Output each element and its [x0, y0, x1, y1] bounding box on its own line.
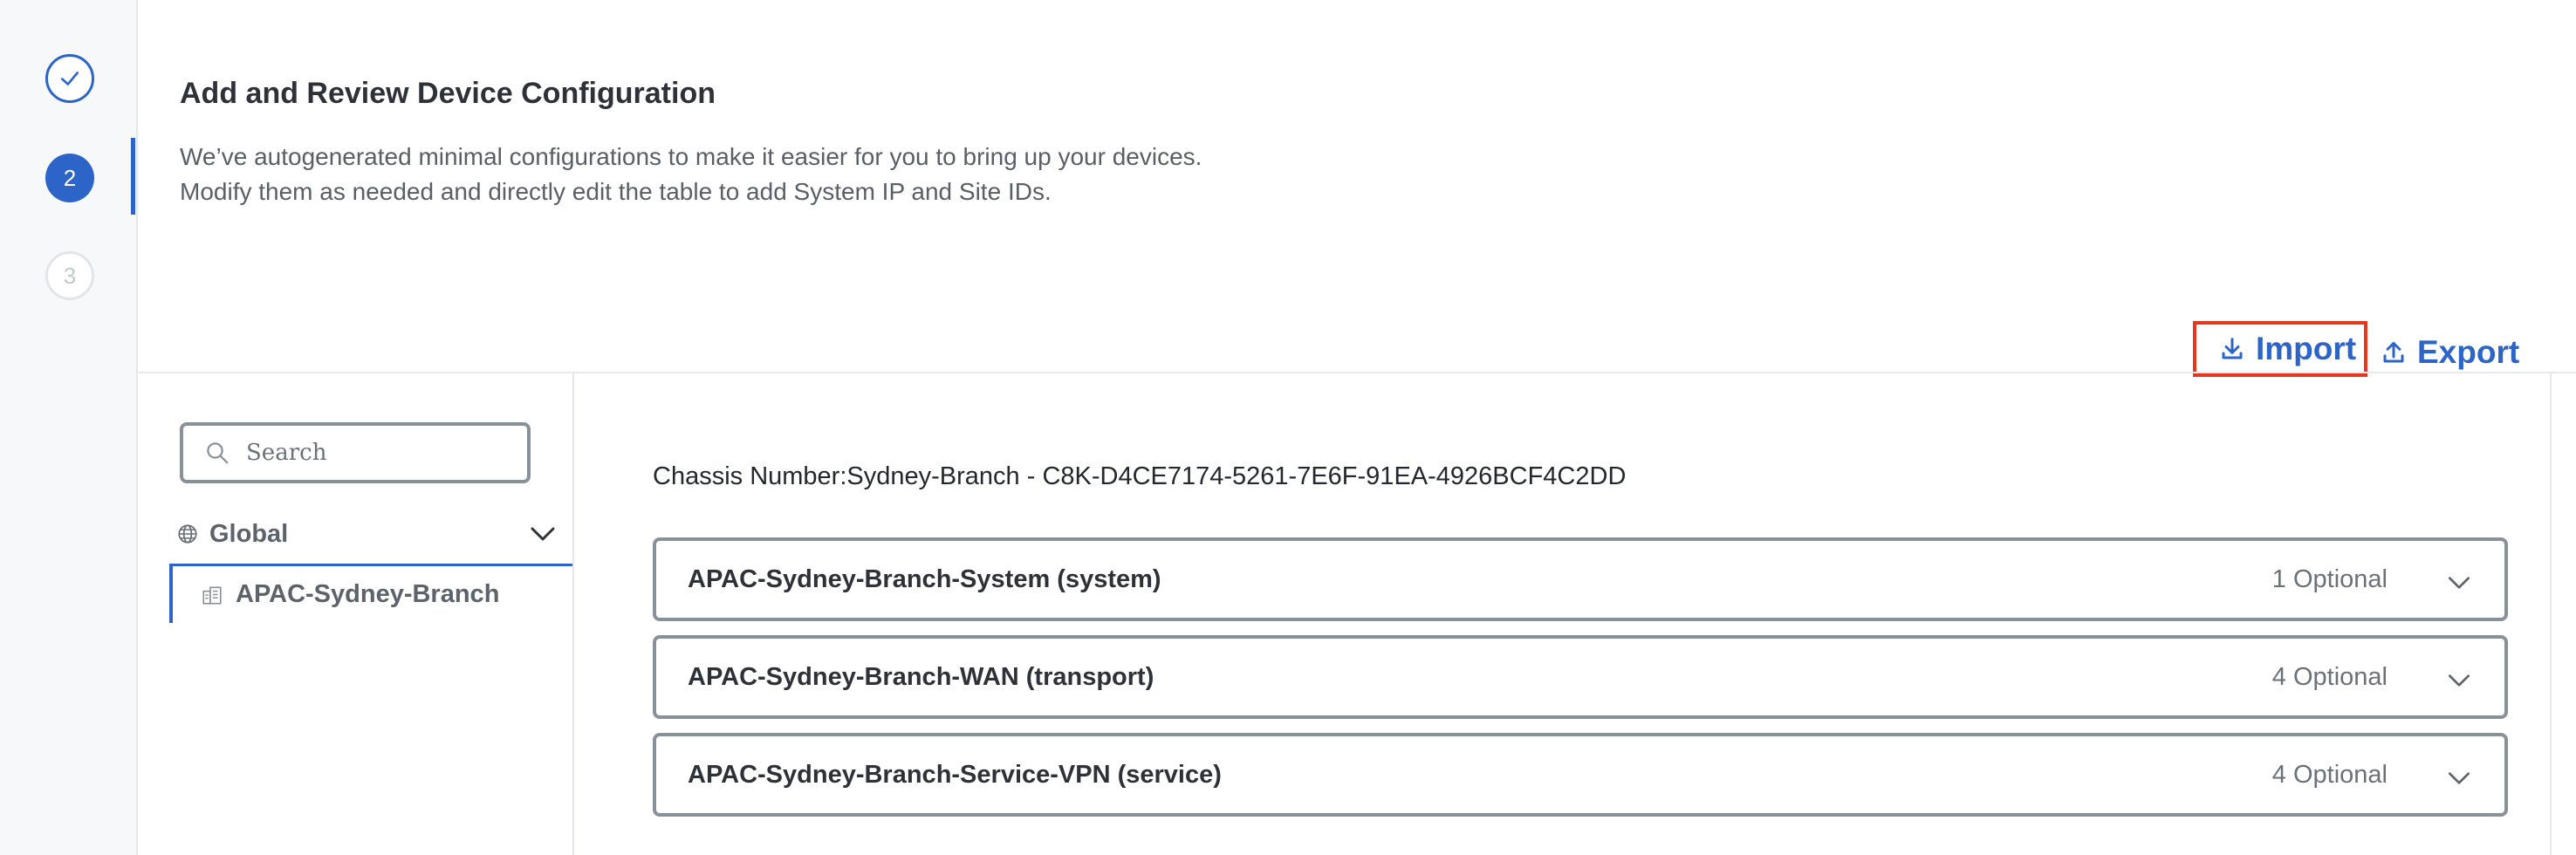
tree-node-global[interactable]: Global [176, 513, 572, 555]
chassis-number: Chassis Number:Sydney-Branch - C8K-D4CE7… [653, 462, 1627, 490]
site-tree-panel: Global APAC-Sydney-Branch [136, 373, 574, 855]
description-line-1: We’ve autogenerated minimal configuratio… [180, 143, 1202, 170]
step-1-completed[interactable] [45, 54, 94, 103]
page-title: Add and Review Device Configuration [180, 77, 716, 110]
chevron-down-icon[interactable] [2445, 569, 2473, 597]
chevron-down-icon[interactable] [527, 518, 558, 550]
description-line-2: Modify them as needed and directly edit … [180, 178, 1052, 205]
stepper-rail: 2 3 [0, 0, 138, 855]
tree-item-label: APAC-Sydney-Branch [236, 580, 500, 608]
search-box[interactable] [180, 422, 531, 483]
import-button[interactable]: Import [2193, 321, 2367, 377]
chevron-down-icon[interactable] [2445, 667, 2473, 694]
accordion-system[interactable]: APAC-Sydney-Branch-System (system) 1 Opt… [653, 537, 2508, 621]
accordion-transport[interactable]: APAC-Sydney-Branch-WAN (transport) 4 Opt… [653, 635, 2508, 719]
building-icon [202, 586, 222, 605]
chevron-down-icon[interactable] [2445, 764, 2473, 792]
tree-item-apac-sydney-branch[interactable]: APAC-Sydney-Branch [169, 564, 572, 623]
upload-icon [2383, 341, 2404, 363]
accordion-transport-optional-count: 4 Optional [2271, 662, 2388, 691]
step-2-label: 2 [63, 164, 77, 191]
accordion-service-optional-count: 4 Optional [2271, 760, 2388, 789]
accordion-transport-label: APAC-Sydney-Branch-WAN (transport) [688, 662, 1154, 691]
globe-icon [178, 524, 197, 544]
accordion-system-optional-count: 1 Optional [2271, 564, 2388, 593]
page-description: We’ve autogenerated minimal configuratio… [180, 140, 1202, 209]
import-label: Import [2256, 331, 2357, 366]
check-icon [61, 72, 79, 86]
step-3-upcoming: 3 [45, 251, 94, 300]
accordion-system-label: APAC-Sydney-Branch-System (system) [688, 564, 1161, 593]
accordion-service[interactable]: APAC-Sydney-Branch-Service-VPN (service)… [653, 733, 2508, 817]
right-scroll-edge [2550, 373, 2552, 855]
export-label: Export [2417, 334, 2520, 370]
search-input[interactable] [244, 439, 510, 467]
tree-node-global-label: Global [209, 519, 289, 548]
active-step-indicator [131, 138, 135, 215]
accordion-service-label: APAC-Sydney-Branch-Service-VPN (service) [688, 760, 1222, 789]
download-icon [2222, 338, 2243, 359]
step-3-label: 3 [63, 262, 77, 289]
step-2-active[interactable]: 2 [45, 154, 94, 202]
search-icon [207, 442, 229, 464]
export-button[interactable]: Export [2381, 326, 2519, 379]
